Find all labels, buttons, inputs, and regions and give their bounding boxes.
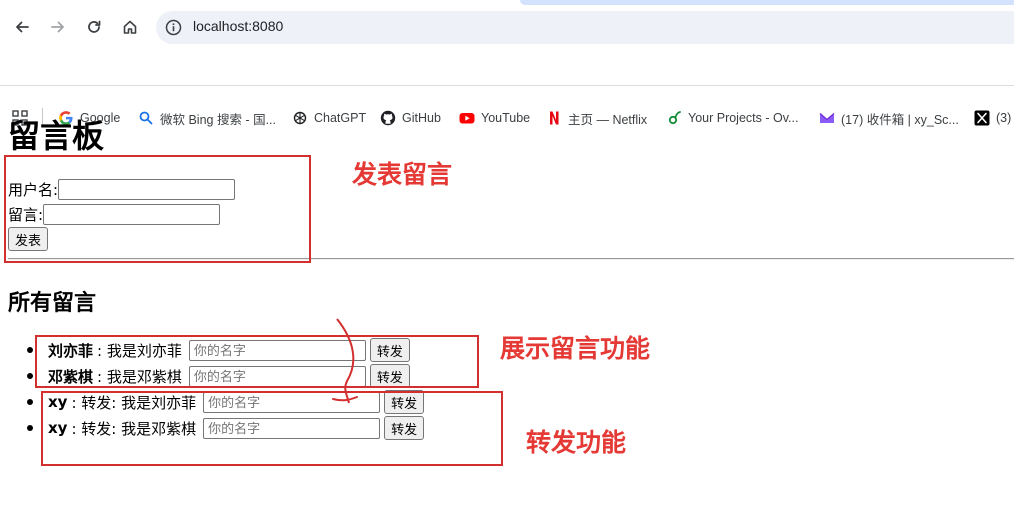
home-button[interactable] <box>117 14 143 40</box>
bookmarks-bar: Google 微软 Bing 搜索 - 国... ChatGPT GitHub … <box>0 52 1014 127</box>
bullet-icon <box>27 347 33 353</box>
annotation-box-post <box>4 155 311 263</box>
annotation-label-display: 展示留言功能 <box>500 334 651 363</box>
reload-icon <box>88 20 101 33</box>
annotation-box-display <box>35 335 479 388</box>
browser-toolbar: localhost:8080 <box>0 0 1014 52</box>
page-title: 留言板 <box>8 117 105 155</box>
url-text: localhost:8080 <box>193 18 284 34</box>
bullet-icon <box>27 425 33 431</box>
arrow-right-icon <box>51 21 64 33</box>
back-button[interactable] <box>9 14 35 40</box>
reload-button[interactable] <box>81 14 107 40</box>
bullet-icon <box>27 399 33 405</box>
home-icon <box>123 20 137 34</box>
annotation-box-forward <box>41 391 503 466</box>
annotation-label-forward: 转发功能 <box>526 428 627 457</box>
tab-strip <box>520 0 1014 5</box>
page-content: 留言板 用户名: 留言: 发表 所有留言 刘亦菲 : 我是刘亦菲 转发 邓紫棋 … <box>0 87 1014 521</box>
section-title: 所有留言 <box>8 291 97 316</box>
address-bar[interactable]: localhost:8080 <box>156 11 1014 44</box>
bullet-icon <box>27 373 33 379</box>
site-info-icon[interactable] <box>165 19 182 36</box>
forward-button[interactable] <box>45 14 71 40</box>
annotation-label-post: 发表留言 <box>352 160 453 189</box>
arrow-left-icon <box>16 21 29 33</box>
